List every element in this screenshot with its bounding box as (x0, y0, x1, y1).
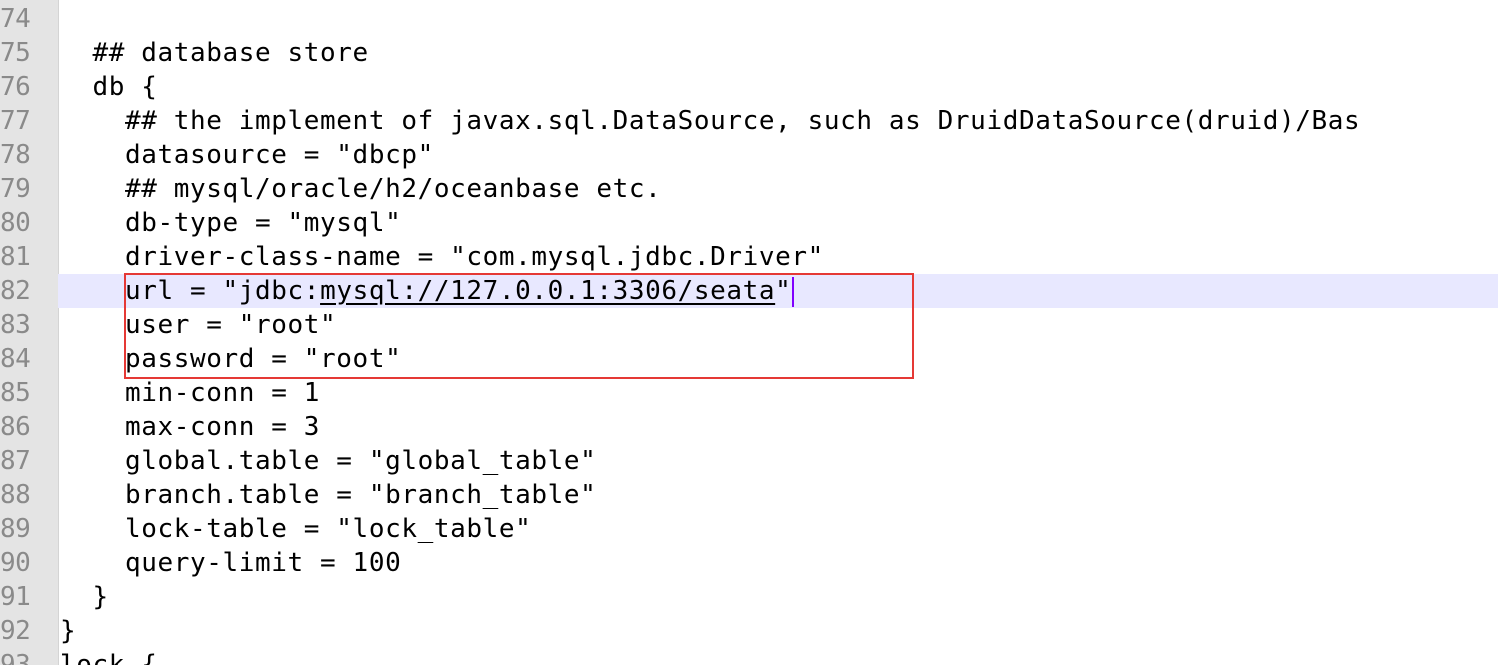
line-text: } (60, 616, 77, 646)
code-line[interactable]: 75 ## database store (0, 36, 1498, 70)
line-text: branch.table = "branch_table" (60, 480, 597, 510)
line-number: 81 (0, 242, 31, 272)
line-text: db { (60, 72, 158, 102)
line-number: 82 (0, 274, 58, 308)
line-text: ## mysql/oracle/h2/oceanbase etc. (60, 174, 662, 204)
line-text: lock { (60, 650, 158, 665)
line-number: 85 (0, 378, 31, 408)
current-code-line[interactable]: 82 url = "jdbc:mysql://127.0.0.1:3306/se… (0, 274, 1498, 308)
code-line[interactable]: 77 ## the implement of javax.sql.DataSou… (0, 104, 1498, 138)
code-line[interactable]: 90 query-limit = 100 (0, 546, 1498, 580)
line-number: 77 (0, 106, 31, 136)
line-text: url = "jdbc:mysql://127.0.0.1:3306/seata… (60, 274, 795, 308)
code-line[interactable]: 81 driver-class-name = "com.mysql.jdbc.D… (0, 240, 1498, 274)
code-line[interactable]: 91 } (0, 580, 1498, 614)
line-number: 86 (0, 412, 31, 442)
code-line[interactable]: 85 min-conn = 1 (0, 376, 1498, 410)
line-text: query-limit = 100 (60, 548, 402, 578)
line-text: db-type = "mysql" (60, 208, 402, 238)
code-line[interactable]: 89 lock-table = "lock_table" (0, 512, 1498, 546)
line-number: 79 (0, 174, 31, 204)
code-line[interactable]: 86 max-conn = 3 (0, 410, 1498, 444)
code-line[interactable]: 83 user = "root" (0, 308, 1498, 342)
line-text: ## database store (60, 38, 369, 68)
line-number: 80 (0, 208, 31, 238)
code-line[interactable]: 74 (0, 2, 1498, 36)
line-text-prefix: url = "jdbc: (60, 276, 321, 306)
line-text: password = "root" (60, 344, 402, 374)
code-line[interactable]: 78 datasource = "dbcp" (0, 138, 1498, 172)
line-text: max-conn = 3 (60, 412, 321, 442)
line-text: ## the implement of javax.sql.DataSource… (60, 106, 1361, 136)
code-line[interactable]: 87 global.table = "global_table" (0, 444, 1498, 478)
code-line[interactable]: 88 branch.table = "branch_table" (0, 478, 1498, 512)
line-number: 75 (0, 38, 31, 68)
code-line[interactable]: 80 db-type = "mysql" (0, 206, 1498, 240)
line-number: 76 (0, 72, 31, 102)
line-text-suffix: " (775, 276, 792, 306)
code-lines: 74 75 ## database store 76 db { 77 ## th… (0, 2, 1498, 665)
line-text: global.table = "global_table" (60, 446, 597, 476)
line-number: 87 (0, 446, 31, 476)
line-text: lock-table = "lock_table" (60, 514, 532, 544)
line-text: min-conn = 1 (60, 378, 321, 408)
line-text: } (60, 582, 109, 612)
code-line[interactable]: 93 lock { (0, 648, 1498, 665)
line-number: 84 (0, 344, 31, 374)
url-link[interactable]: mysql://127.0.0.1:3306/seata (320, 276, 775, 306)
code-line[interactable]: 84 password = "root" (0, 342, 1498, 376)
line-number: 74 (0, 4, 31, 34)
code-line[interactable]: 92 } (0, 614, 1498, 648)
line-text: driver-class-name = "com.mysql.jdbc.Driv… (60, 242, 824, 272)
line-number: 92 (0, 616, 31, 646)
code-line[interactable]: 79 ## mysql/oracle/h2/oceanbase etc. (0, 172, 1498, 206)
code-line[interactable]: 76 db { (0, 70, 1498, 104)
line-text: user = "root" (60, 310, 337, 340)
text-caret (792, 276, 795, 307)
line-number: 89 (0, 514, 31, 544)
line-number: 78 (0, 140, 31, 170)
line-number: 90 (0, 548, 31, 578)
line-number: 91 (0, 582, 31, 612)
line-number: 83 (0, 310, 31, 340)
line-text: datasource = "dbcp" (60, 140, 434, 170)
line-number: 93 (0, 650, 31, 665)
code-editor[interactable]: 74 75 ## database store 76 db { 77 ## th… (0, 0, 1498, 665)
line-number: 88 (0, 480, 31, 510)
